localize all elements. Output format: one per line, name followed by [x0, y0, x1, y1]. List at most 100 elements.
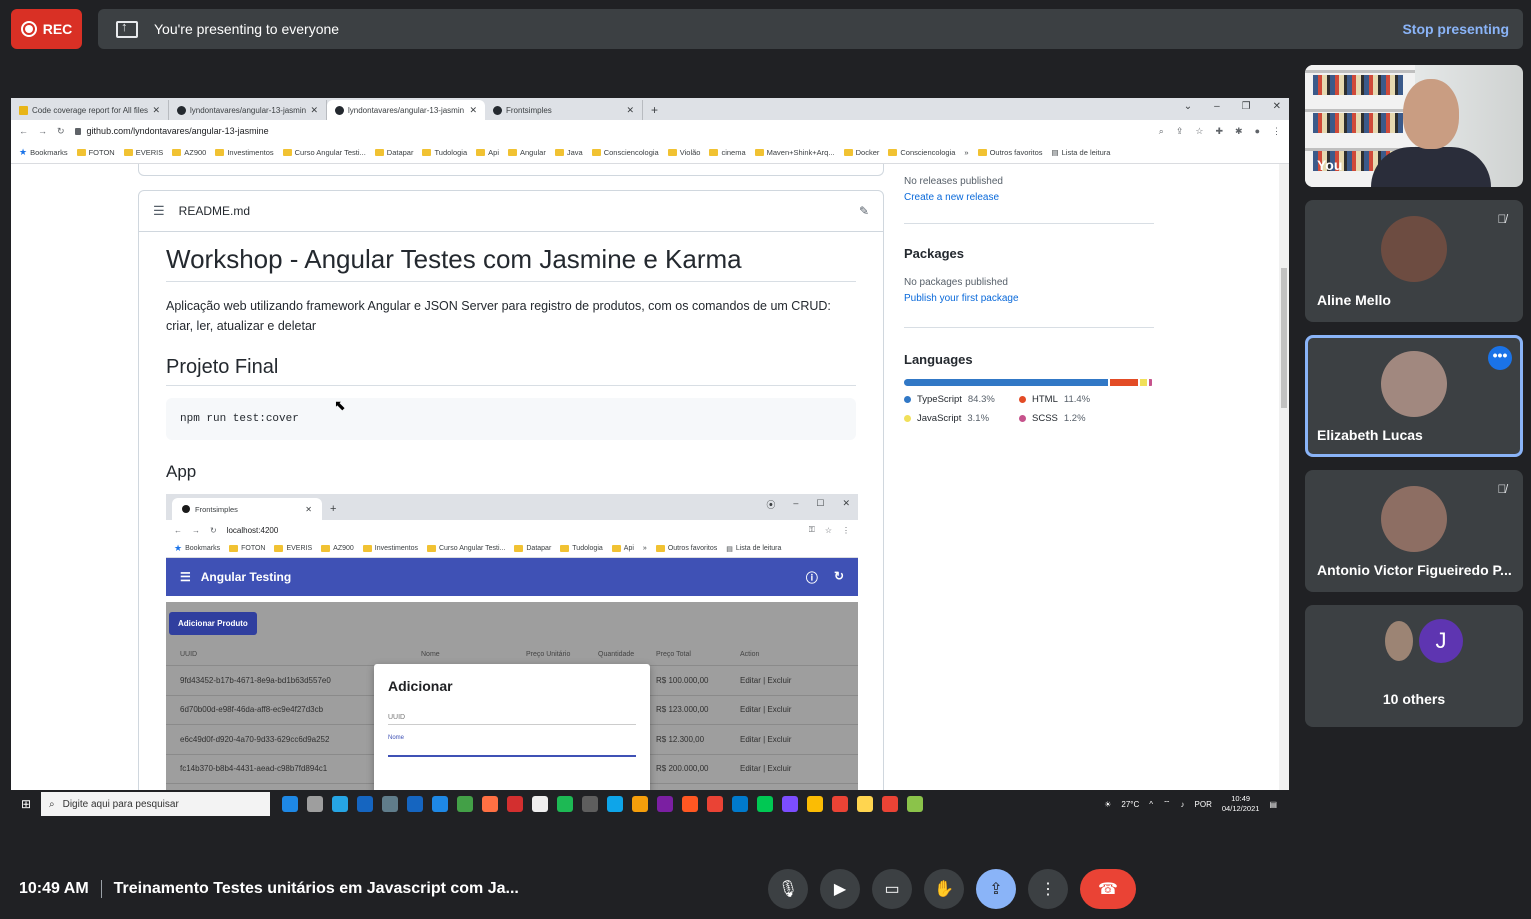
taskbar-app-icon[interactable]	[582, 796, 598, 812]
close-icon[interactable]: ✕	[310, 105, 318, 116]
weather-text[interactable]: 27°C	[1121, 800, 1139, 809]
bookmark-folder[interactable]: AZ900	[172, 148, 206, 157]
taskbar-app-icon[interactable]	[457, 796, 473, 812]
close-window-icon[interactable]: ✕	[1273, 101, 1281, 112]
mic-icon[interactable]: 🎙	[768, 869, 808, 909]
taskbar-app-icon[interactable]	[407, 796, 423, 812]
taskbar-app-icon[interactable]	[857, 796, 873, 812]
publish-package-link[interactable]: Publish your first package	[904, 293, 1154, 304]
taskbar-app-icon[interactable]	[607, 796, 623, 812]
taskbar-app-icon[interactable]	[532, 796, 548, 812]
url-field[interactable]: github.com/lyndontavares/angular-13-jasm…	[74, 126, 1149, 136]
taskbar-app-icon[interactable]	[432, 796, 448, 812]
bookmark-folder[interactable]: Investimentos	[215, 148, 274, 157]
browser-tab-active[interactable]: lyndontavares/angular-13-jasmin ✕	[327, 100, 485, 120]
bookmark-folder[interactable]: Violão	[667, 148, 700, 157]
reload-icon[interactable]: ↻	[57, 126, 65, 137]
create-release-link[interactable]: Create a new release	[904, 192, 1154, 203]
raise-hand-icon[interactable]: ✋	[924, 869, 964, 909]
taskbar-app-icon[interactable]	[482, 796, 498, 812]
taskbar-app-icon[interactable]	[882, 796, 898, 812]
taskbar-app-icon[interactable]	[332, 796, 348, 812]
notifications-icon[interactable]: ▤	[1269, 800, 1277, 809]
taskbar-app-icon[interactable]	[307, 796, 323, 812]
browser-tab[interactable]: Frontsimples ✕	[485, 100, 643, 120]
list-icon[interactable]: ☰	[153, 203, 165, 219]
present-icon[interactable]: ⇪	[976, 869, 1016, 909]
language-bar-segment[interactable]	[904, 379, 1108, 386]
bookmark-folder[interactable]: Api	[476, 148, 499, 157]
edit-pencil-icon[interactable]: ✎	[859, 204, 869, 218]
windows-start-icon[interactable]: ⊞	[11, 797, 41, 811]
recording-indicator[interactable]: REC	[11, 9, 82, 49]
bookmark-folder[interactable]: Maven+Shink+Arq...	[754, 148, 835, 157]
back-icon[interactable]: ←	[19, 126, 28, 136]
bookmark-star-icon[interactable]: ☆	[1195, 126, 1203, 137]
new-tab-icon[interactable]: +	[643, 100, 666, 120]
taskbar-app-icon[interactable]	[557, 796, 573, 812]
volume-icon[interactable]: ♪	[1181, 800, 1185, 809]
language-bar-segment[interactable]	[1149, 379, 1152, 386]
stop-presenting-button[interactable]: Stop presenting	[1402, 21, 1509, 37]
minimize-icon[interactable]: –	[1214, 101, 1220, 112]
page-scrollbar[interactable]	[1279, 164, 1289, 790]
bookmark-folder[interactable]: Tudologia	[422, 148, 467, 157]
extension-icon[interactable]: ✚	[1215, 126, 1223, 137]
bookmark-folder[interactable]: Datapar	[374, 148, 413, 157]
bookmark-folder[interactable]: Java	[554, 148, 583, 157]
tab-search-icon[interactable]: ⌄	[1184, 101, 1192, 112]
hangup-icon[interactable]: ☎	[1080, 869, 1136, 909]
taskbar-app-icon[interactable]	[507, 796, 523, 812]
others-tile[interactable]: J 10 others	[1305, 605, 1523, 727]
language-item[interactable]: JavaScript 3.1%	[904, 413, 1019, 424]
other-bookmarks[interactable]: Outros favoritos	[977, 148, 1043, 157]
language-bar-segment[interactable]	[1110, 379, 1138, 386]
bookmark-folder[interactable]: Docker	[843, 148, 879, 157]
language-item[interactable]: HTML 11.4%	[1019, 394, 1139, 405]
more-icon[interactable]: ⋮	[1028, 869, 1068, 909]
close-icon[interactable]: ✕	[626, 105, 634, 116]
share-icon[interactable]: ⇪	[1176, 126, 1184, 137]
participant-tile-you[interactable]: You	[1305, 65, 1523, 187]
taskbar-app-icon[interactable]	[832, 796, 848, 812]
network-icon[interactable]: ⌔	[1163, 799, 1171, 809]
zoom-icon[interactable]: ⌕	[1159, 126, 1164, 137]
participant-tile[interactable]: 🎙̸ Aline Mello	[1305, 200, 1523, 322]
puzzle-icon[interactable]: ✱	[1235, 126, 1243, 137]
bookmarks-overflow-icon[interactable]: »	[964, 148, 968, 157]
bookmarks-star-item[interactable]: ★ Bookmarks	[19, 147, 68, 158]
browser-tab[interactable]: lyndontavares/angular-13-jasmin ✕	[169, 100, 327, 120]
packages-title[interactable]: Packages	[904, 246, 1154, 261]
close-icon[interactable]: ✕	[152, 105, 160, 116]
taskbar-app-icon[interactable]	[907, 796, 923, 812]
browser-tab[interactable]: Code coverage report for All files ✕	[11, 100, 169, 120]
weather-icon[interactable]: ☀	[1104, 800, 1111, 809]
taskbar-app-icon[interactable]	[657, 796, 673, 812]
meeting-title[interactable]: Treinamento Testes unitários em Javascri…	[114, 880, 519, 898]
captions-icon[interactable]: ▭	[872, 869, 912, 909]
taskbar-app-icon[interactable]	[382, 796, 398, 812]
participant-tile[interactable]: 🎙̸ Antonio Victor Figueiredo P...	[1305, 470, 1523, 592]
taskbar-app-icon[interactable]	[707, 796, 723, 812]
forward-icon[interactable]: →	[38, 126, 47, 136]
taskbar-app-icon[interactable]	[757, 796, 773, 812]
browser-menu-icon[interactable]: ⋮	[1272, 126, 1281, 137]
taskbar-app-icon[interactable]	[807, 796, 823, 812]
participant-tile-speaking[interactable]: ••• Elizabeth Lucas	[1305, 335, 1523, 457]
maximize-icon[interactable]: ❐	[1242, 101, 1251, 112]
bookmark-folder[interactable]: EVERIS	[123, 148, 163, 157]
taskbar-app-icon[interactable]	[632, 796, 648, 812]
more-options-icon[interactable]: •••	[1488, 346, 1512, 370]
taskbar-app-icon[interactable]	[357, 796, 373, 812]
bookmark-folder[interactable]: FOTON	[76, 148, 115, 157]
language-bar-segment[interactable]	[1139, 379, 1148, 386]
tray-chevron-icon[interactable]: ^	[1149, 800, 1153, 809]
bookmark-folder[interactable]: cinema	[709, 148, 746, 157]
input-language[interactable]: POR	[1195, 800, 1212, 809]
taskbar-app-icon[interactable]	[782, 796, 798, 812]
bookmark-folder[interactable]: Consciencologia	[591, 148, 659, 157]
taskbar-search-input[interactable]: ⌕ Digite aqui para pesquisar	[41, 792, 270, 816]
camera-icon[interactable]: ▶	[820, 869, 860, 909]
language-item[interactable]: SCSS 1.2%	[1019, 413, 1139, 424]
bookmark-folder[interactable]: Angular	[507, 148, 546, 157]
